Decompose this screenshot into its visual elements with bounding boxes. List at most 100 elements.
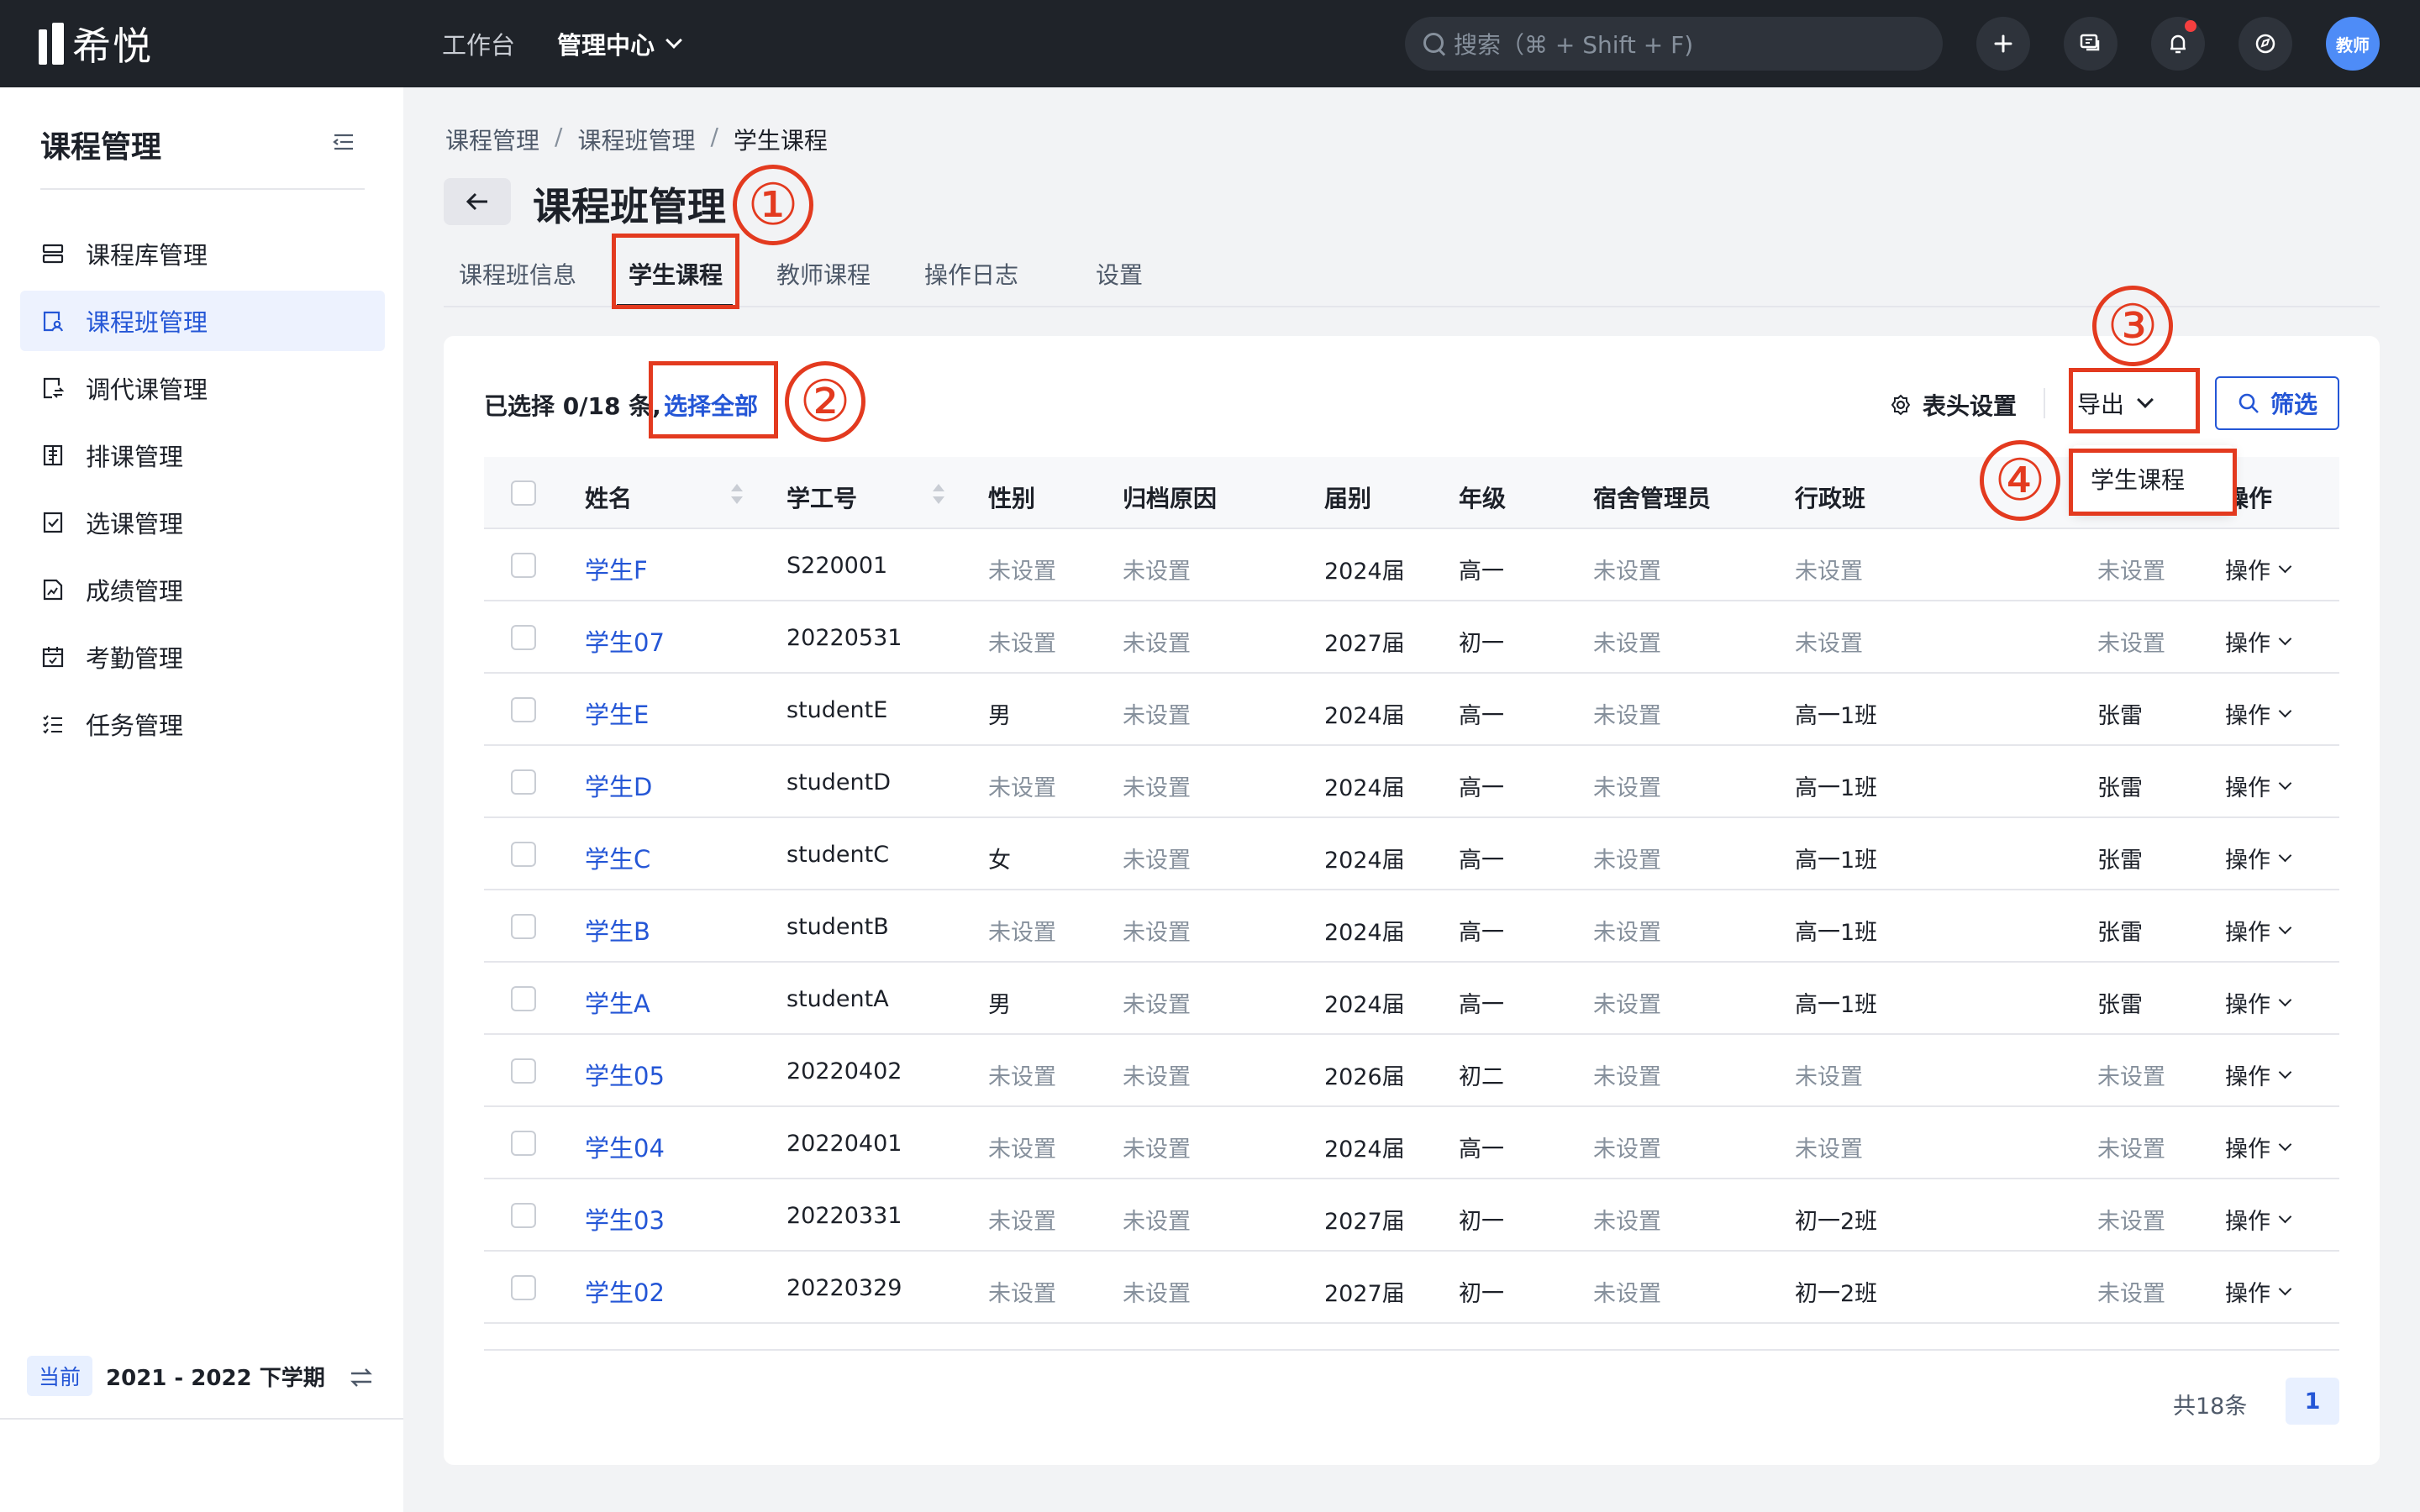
- breadcrumb-item[interactable]: 课程管理: [445, 123, 539, 156]
- sidebar-item-grades[interactable]: 成绩管理: [20, 559, 385, 620]
- cell-admin-class: 高一1班: [1795, 920, 1878, 946]
- sidebar-footer-divider: [0, 1418, 403, 1420]
- sort-icon[interactable]: [931, 482, 944, 506]
- global-search-input[interactable]: 搜索（⌘ + Shift + F): [1405, 17, 1943, 71]
- cell-name[interactable]: 学生02: [585, 1273, 665, 1309]
- cell-dorm-manager: 未设置: [1593, 1281, 1661, 1307]
- cell-name[interactable]: 学生F: [585, 551, 648, 586]
- cell-actions[interactable]: 操作: [2225, 553, 2292, 585]
- cell-name[interactable]: 学生C: [585, 840, 650, 875]
- row-checkbox[interactable]: [511, 1058, 536, 1084]
- nav-admin-center[interactable]: 管理中心: [557, 26, 682, 61]
- notifications-button[interactable]: [2151, 17, 2205, 71]
- cell-name[interactable]: 学生A: [585, 984, 650, 1020]
- sidebar-item-course-library[interactable]: 课程库管理: [20, 223, 385, 284]
- column-settings-button[interactable]: 表头设置: [1889, 388, 2017, 422]
- cell-name[interactable]: 学生07: [585, 623, 665, 659]
- cell-teacher: 张雷: [2097, 848, 2143, 874]
- back-button[interactable]: [444, 178, 511, 225]
- tab-operation-log[interactable]: 操作日志: [924, 257, 1018, 291]
- annotation-marker-1: ①: [733, 165, 813, 245]
- row-checkbox[interactable]: [511, 769, 536, 795]
- apps-button[interactable]: [2238, 17, 2292, 71]
- cell-actions[interactable]: 操作: [2225, 1058, 2292, 1091]
- collapse-sidebar-icon[interactable]: [333, 133, 355, 151]
- chevron-down-icon: [2278, 559, 2292, 574]
- cell-name[interactable]: 学生03: [585, 1201, 665, 1236]
- app-logo[interactable]: 希悦: [39, 20, 153, 69]
- cell-actions[interactable]: 操作: [2225, 625, 2292, 658]
- cell-actions[interactable]: 操作: [2225, 1203, 2292, 1236]
- task-list-icon: [43, 715, 62, 734]
- nav-workbench[interactable]: 工作台: [442, 26, 515, 61]
- sidebar-item-substitute[interactable]: 调代课管理: [20, 358, 385, 418]
- cell-grade: 高一: [1459, 992, 1504, 1018]
- sidebar-item-scheduling[interactable]: 排课管理: [20, 425, 385, 486]
- cell-name[interactable]: 学生E: [585, 696, 649, 731]
- cell-id: 20220331: [786, 1203, 902, 1229]
- sidebar-item-tasks[interactable]: 任务管理: [20, 694, 385, 754]
- add-button[interactable]: [1976, 17, 2030, 71]
- tab-teacher-courses[interactable]: 教师课程: [776, 257, 871, 291]
- row-checkbox[interactable]: [511, 1275, 536, 1300]
- cell-actions[interactable]: 操作: [2225, 842, 2292, 874]
- messages-button[interactable]: [2064, 17, 2118, 71]
- current-term: 当前 2021 - 2022 下学期: [27, 1356, 325, 1396]
- chevron-down-icon: [2278, 632, 2292, 646]
- breadcrumb-item[interactable]: 课程班管理: [577, 123, 695, 156]
- chevron-down-icon: [2278, 1065, 2292, 1079]
- row-actions-label: 操作: [2225, 1209, 2270, 1235]
- row-checkbox[interactable]: [511, 697, 536, 722]
- cell-name[interactable]: 学生D: [585, 768, 652, 803]
- cell-actions[interactable]: 操作: [2225, 986, 2292, 1019]
- cell-actions[interactable]: 操作: [2225, 769, 2292, 802]
- cell-dorm-manager: 未设置: [1593, 1064, 1661, 1090]
- cell-name[interactable]: 学生B: [585, 912, 650, 948]
- filter-button[interactable]: 筛选: [2215, 376, 2339, 430]
- compass-icon: [2255, 34, 2275, 54]
- row-checkbox[interactable]: [511, 986, 536, 1011]
- row-checkbox[interactable]: [511, 842, 536, 867]
- sidebar-item-course-selection[interactable]: 选课管理: [20, 492, 385, 553]
- select-all-checkbox[interactable]: [511, 480, 536, 506]
- tab-settings[interactable]: 设置: [1096, 257, 1143, 291]
- cell-archive-reason: 未设置: [1123, 1064, 1191, 1090]
- cell-admin-class: 未设置: [1795, 1137, 1863, 1163]
- sidebar-item-attendance[interactable]: 考勤管理: [20, 627, 385, 687]
- cell-name[interactable]: 学生05: [585, 1057, 665, 1092]
- row-checkbox[interactable]: [511, 1131, 536, 1156]
- chevron-down-icon: [666, 32, 682, 49]
- page-button-current[interactable]: 1: [2286, 1378, 2339, 1425]
- cell-actions[interactable]: 操作: [2225, 914, 2292, 947]
- sidebar-item-class-management[interactable]: 课程班管理: [20, 291, 385, 351]
- row-checkbox[interactable]: [511, 553, 536, 578]
- cell-cohort: 2024届: [1324, 775, 1405, 801]
- row-checkbox[interactable]: [511, 914, 536, 939]
- cell-actions[interactable]: 操作: [2225, 1131, 2292, 1163]
- cell-name[interactable]: 学生04: [585, 1129, 665, 1164]
- table-row: 学生A studentA 男 未设置 2024届 高一 未设置 高一1班 张雷 操作: [484, 963, 2339, 1035]
- switch-term-icon[interactable]: [348, 1366, 375, 1389]
- row-checkbox[interactable]: [511, 625, 536, 650]
- cell-actions[interactable]: 操作: [2225, 697, 2292, 730]
- cell-dorm-manager: 未设置: [1593, 775, 1661, 801]
- row-checkbox[interactable]: [511, 1203, 536, 1228]
- top-bar: 希悦 工作台 管理中心 搜索（⌘ + Shift + F) 教师: [0, 0, 2420, 87]
- check-doc-icon: [43, 512, 63, 533]
- table-row: 学生E studentE 男 未设置 2024届 高一 未设置 高一1班 张雷 操作: [484, 674, 2339, 746]
- sort-icon[interactable]: [729, 482, 743, 506]
- cell-id: studentB: [786, 914, 889, 940]
- annotation-box-export-item: [2069, 449, 2237, 516]
- row-actions-label: 操作: [2225, 775, 2270, 801]
- cell-teacher: 未设置: [2097, 559, 2165, 585]
- cell-cohort: 2024届: [1324, 1137, 1405, 1163]
- sidebar-menu: 课程库管理 课程班管理 调代课管理 排课管理 选课管理 成绩管理 考勤管理 任务…: [20, 223, 385, 761]
- row-actions-label: 操作: [2225, 920, 2270, 946]
- cell-actions[interactable]: 操作: [2225, 1275, 2292, 1308]
- tab-class-info[interactable]: 课程班信息: [459, 257, 576, 291]
- cell-id: 20220329: [786, 1275, 902, 1301]
- cell-grade: 高一: [1459, 920, 1504, 946]
- cell-gender: 未设置: [988, 1064, 1056, 1090]
- cell-archive-reason: 未设置: [1123, 559, 1191, 585]
- user-avatar[interactable]: 教师: [2326, 17, 2380, 71]
